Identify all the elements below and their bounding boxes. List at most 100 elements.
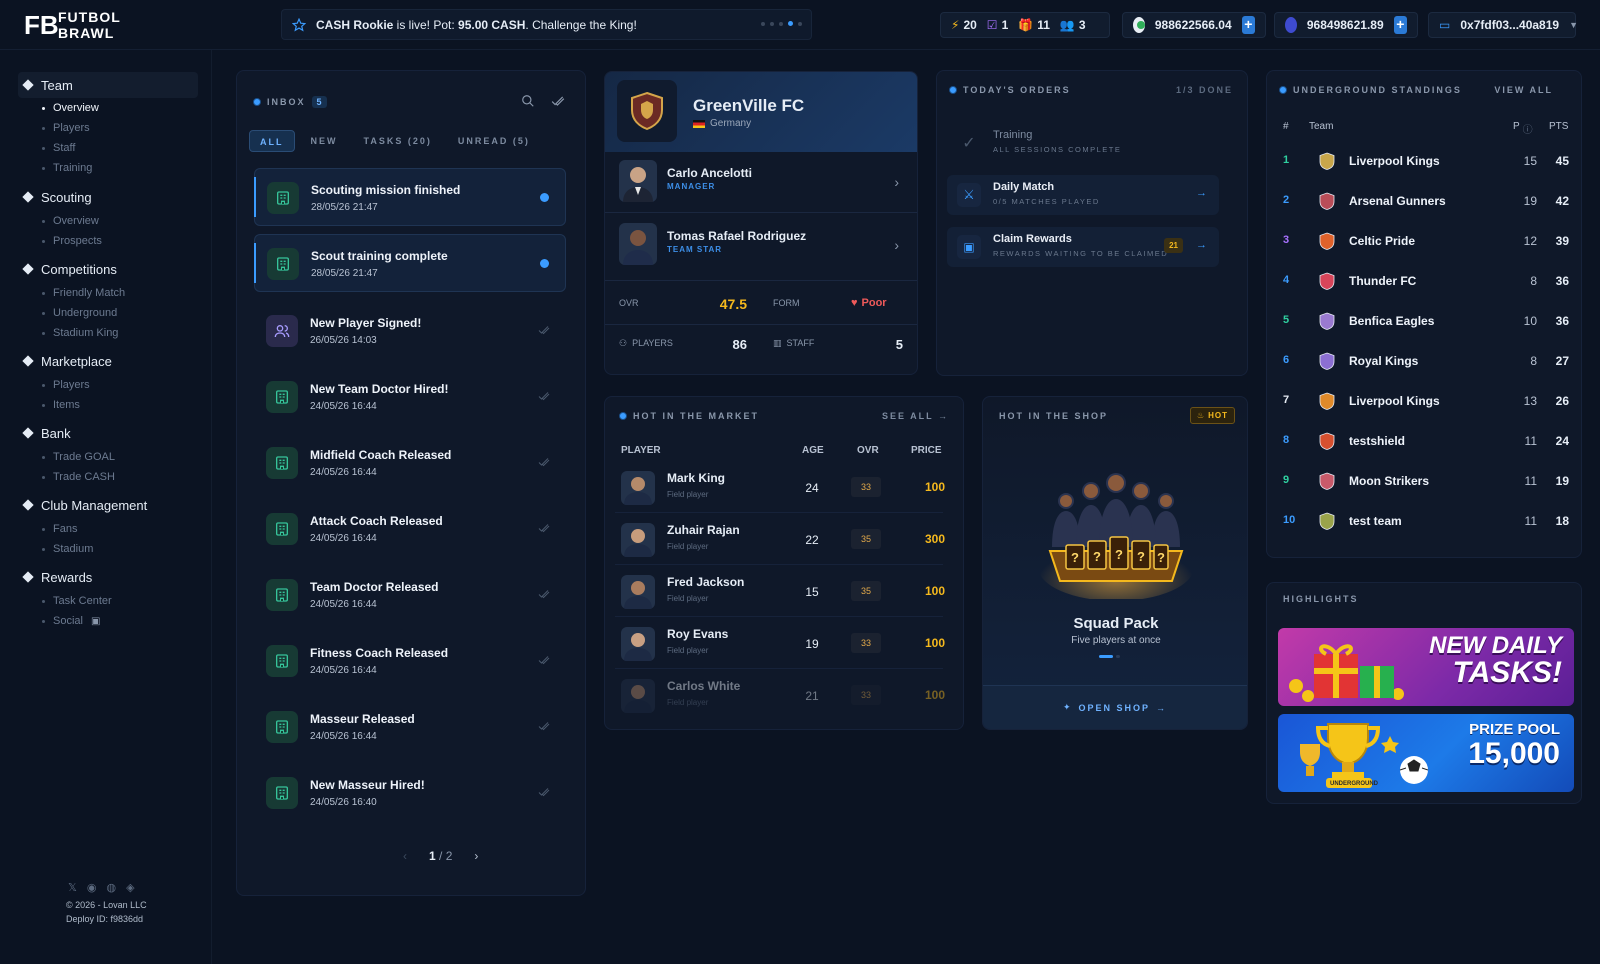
svg-text:?: ? [1157,550,1165,565]
sidebar-item-task-center[interactable]: Task Center [42,593,112,609]
team-star-row[interactable]: Tomas Rafael Rodriguez TEAM STAR › [619,219,909,271]
table-row[interactable]: 7 Liverpool Kings 13 26 [1279,381,1571,421]
team-crest-icon [1319,352,1335,370]
sidebar-group-marketplace[interactable]: Marketplace [18,348,198,374]
sidebar-item-stadium-king[interactable]: Stadium King [42,325,118,341]
tasks-counter[interactable]: ☑ 1 [987,18,1008,32]
sidebar-item-market-players[interactable]: Players [42,377,90,393]
tab-tasks[interactable]: TASKS (20) [354,130,442,152]
sidebar-item-social[interactable]: Social ▣ [42,613,100,629]
table-row[interactable]: 9 Moon Strikers 11 19 [1279,461,1571,501]
table-row[interactable]: 2 Arsenal Gunners 19 42 [1279,181,1571,221]
played: 11 [1524,514,1537,528]
table-row[interactable]: Roy Evans Field player 19 33 100 [615,619,945,669]
rank: 6 [1283,354,1290,366]
germany-flag-icon [693,119,705,128]
list-item[interactable]: Fitness Coach Released 24/05/26 16:44 [254,632,566,690]
table-row[interactable]: 8 testshield 11 24 [1279,421,1571,461]
order-claim-rewards[interactable]: ▣ Claim Rewards REWARDS WAITING TO BE CL… [947,227,1219,267]
ticker-pot: 95.00 CASH [458,18,526,32]
energy-counter[interactable]: ⚡ 20 [951,18,977,32]
chevron-down-icon: ▼ [1569,20,1579,30]
list-item[interactable]: Team Doctor Released 24/05/26 16:44 [254,566,566,624]
ticker-pager[interactable] [761,21,802,26]
table-row[interactable]: Fred Jackson Field player 15 35 100 [615,567,945,617]
sidebar-item-team-overview[interactable]: Overview [42,100,99,116]
table-row[interactable]: 3 Celtic Pride 12 39 [1279,221,1571,261]
see-all-link[interactable]: SEE ALL → [882,411,949,421]
star-role: TEAM STAR [667,245,723,254]
tab-new[interactable]: NEW [301,130,348,152]
table-row[interactable]: Mark King Field player 24 33 100 [615,463,945,513]
next-page-icon[interactable]: › [474,849,478,863]
building-icon [266,711,298,743]
order-training[interactable]: ✓ Training ALL SESSIONS COMPLETE [947,123,1219,163]
sidebar-item-scouting-overview[interactable]: Overview [42,213,99,229]
tab-all[interactable]: ALL [249,130,295,152]
sidebar-item-trade-cash[interactable]: Trade CASH [42,469,115,485]
sidebar-group-club-management[interactable]: Club Management [18,492,198,518]
sidebar-item-friendly-match[interactable]: Friendly Match [42,285,125,301]
list-item[interactable]: Attack Coach Released 24/05/26 16:44 [254,500,566,558]
wallet-address-dropdown[interactable]: ▭ 0x7fdf03...40a819 ▼ [1428,12,1579,38]
sidebar-group-team[interactable]: Team [18,72,198,98]
list-item[interactable]: Scout training complete 28/05/26 21:47 [254,234,566,292]
gifts-counter[interactable]: 🎁 11 [1018,18,1050,32]
info-icon[interactable]: ⓘ [1523,121,1533,136]
table-row[interactable]: 1 Liverpool Kings 15 45 [1279,141,1571,181]
list-item[interactable]: New Team Doctor Hired! 24/05/26 16:44 [254,368,566,426]
squad-pack-image[interactable]: ????? [1036,467,1196,599]
sidebar-item-items[interactable]: Items [42,397,80,413]
docs-icon[interactable]: ◈ [126,881,134,894]
sidebar-item-trade-goal[interactable]: Trade GOAL [42,449,115,465]
manager-row[interactable]: Carlo Ancelotti MANAGER › [619,156,909,208]
order-daily-match[interactable]: ⚔ Daily Match 0/5 MATCHES PLAYED → [947,175,1219,215]
add-cash-button[interactable]: + [1393,16,1407,34]
announcement-ticker[interactable]: CASH Rookie is live! Pot: 95.00 CASH. Ch… [281,9,812,40]
friends-counter[interactable]: 👥 3 [1060,18,1086,32]
shop-carousel-dots[interactable] [1099,655,1120,658]
prize-pool-banner[interactable]: UNDERGROUND PRIZE POOL 15,000 [1278,714,1574,792]
highlights-title: HIGHLIGHTS [1283,594,1359,604]
sidebar-item-stadium[interactable]: Stadium [42,541,93,557]
table-row[interactable]: 10 test team 11 18 [1279,501,1571,541]
logo[interactable]: FB FUTBOL BRAWL [24,8,144,42]
table-row[interactable]: 4 Thunder FC 8 36 [1279,261,1571,301]
list-item[interactable]: Masseur Released 24/05/26 16:44 [254,698,566,756]
sidebar-group-rewards[interactable]: Rewards [18,564,198,590]
users-icon: ⚇ [619,338,628,348]
sidebar-item-training[interactable]: Training [42,160,92,176]
table-row[interactable]: 5 Benfica Eagles 10 36 [1279,301,1571,341]
tab-unread[interactable]: UNREAD (5) [448,130,540,152]
x-icon[interactable]: 𝕏 [68,881,77,894]
prev-page-icon[interactable]: ‹ [403,849,407,863]
shop-panel: HOT IN THE SHOP ♨ HOT ????? Squad Pack Fi… [982,396,1248,730]
open-shop-button[interactable]: ✦ OPEN SHOP → [983,685,1247,729]
table-row[interactable]: 6 Royal Kings 8 27 [1279,341,1571,381]
discord-icon[interactable]: ◍ [106,881,116,894]
list-item[interactable]: New Player Signed! 26/05/26 14:03 [254,302,566,360]
sidebar-item-prospects[interactable]: Prospects [42,233,102,249]
view-all-link[interactable]: VIEW ALL [1494,85,1553,95]
add-goal-button[interactable]: + [1241,16,1255,34]
team-crest-icon [1319,312,1335,330]
sidebar-item-underground[interactable]: Underground [42,305,117,321]
telegram-icon[interactable]: ◉ [87,881,97,894]
table-row[interactable]: Carlos White Field player 21 33 100 [615,671,945,721]
arrow-right-icon: → [1196,239,1207,251]
list-item[interactable]: New Masseur Hired! 24/05/26 16:40 [254,764,566,822]
club-country: Germany [693,118,751,129]
sidebar-group-scouting[interactable]: Scouting [18,184,198,210]
list-item[interactable]: Scouting mission finished 28/05/26 21:47 [254,168,566,226]
sidebar-item-fans[interactable]: Fans [42,521,77,537]
search-icon[interactable] [521,94,535,108]
table-row[interactable]: Zuhair Rajan Field player 22 35 300 [615,515,945,565]
sidebar-item-players[interactable]: Players [42,120,90,136]
list-item[interactable]: Midfield Coach Released 24/05/26 16:44 [254,434,566,492]
sidebar-item-staff[interactable]: Staff [42,140,75,156]
mark-all-read-icon[interactable] [551,94,565,108]
sidebar-group-competitions[interactable]: Competitions [18,256,198,282]
daily-tasks-banner[interactable]: NEW DAILY TASKS! [1278,628,1574,706]
sidebar-group-bank[interactable]: Bank [18,420,198,446]
users-icon [266,315,298,347]
